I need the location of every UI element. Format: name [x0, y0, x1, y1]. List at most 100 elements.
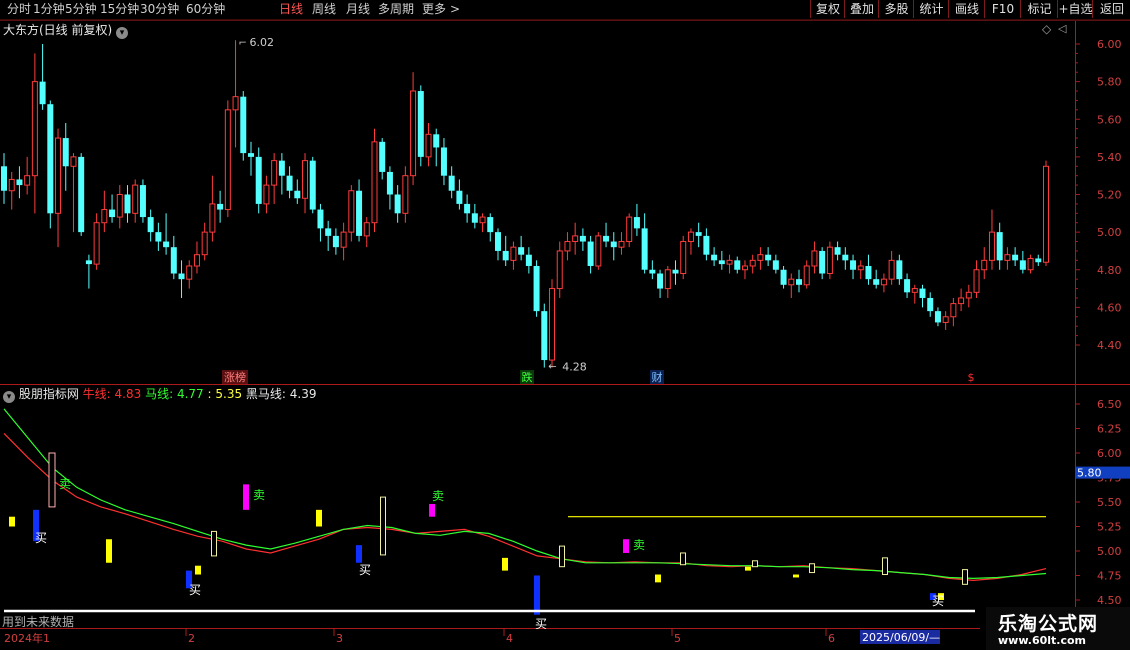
candle-body: [680, 241, 687, 275]
candle-body: [124, 194, 131, 214]
y-tick-label: 5.60: [1097, 113, 1122, 126]
month-label-4: 6: [828, 632, 835, 645]
candle-body: [579, 235, 586, 242]
candle-body: [1035, 258, 1042, 263]
candle-body: [510, 246, 517, 261]
candle-body: [711, 254, 718, 261]
candle-body: [780, 269, 787, 285]
candle-body: [904, 279, 911, 293]
candle-body: [796, 279, 803, 285]
signal-bar-yellow: [502, 557, 508, 571]
signal-bar-hollow: [752, 560, 758, 568]
candle-body: [16, 179, 23, 186]
signal-bar-yellow: [793, 574, 799, 578]
candle-body: [556, 250, 563, 290]
y-tick-label: 5.00: [1097, 226, 1122, 239]
candle-body: [93, 222, 100, 265]
signal-bar-hollow: [211, 530, 217, 557]
candle-body: [417, 91, 424, 157]
candle-body: [549, 288, 556, 361]
candle-body: [757, 254, 764, 261]
candle-body: [896, 260, 903, 280]
watermark-url: www.60lt.com: [998, 634, 1087, 647]
candle-body: [425, 133, 432, 158]
candle-body: [8, 178, 15, 192]
candle-body: [278, 160, 285, 176]
candle-body: [687, 231, 694, 243]
low-price-label: 4.28: [562, 361, 587, 374]
candle-body: [649, 269, 656, 274]
candle-body: [471, 213, 478, 223]
candle-body: [533, 265, 540, 312]
candle-body: [201, 231, 208, 256]
candle-body: [749, 259, 756, 267]
signal-bar-hollow: [809, 563, 815, 574]
candle-body: [718, 260, 725, 265]
candle-body: [618, 241, 625, 248]
candle-body: [178, 273, 185, 280]
month-label-1: 3: [336, 632, 343, 645]
high-arrow-icon: ⌐: [239, 38, 247, 49]
signal-bar-yellow: [655, 574, 661, 583]
low-arrow-icon: ←: [548, 362, 556, 373]
candle-body: [309, 160, 316, 210]
candle-body: [247, 153, 254, 157]
candle-body: [1, 166, 7, 191]
ind-y-label: 5.00: [1097, 545, 1122, 558]
sell-label: 卖: [633, 538, 645, 552]
candle-body: [934, 311, 941, 323]
candle-body: [224, 109, 231, 211]
candle-body: [386, 171, 393, 195]
y-tick-label: 4.60: [1097, 301, 1122, 314]
candle-body: [109, 209, 116, 218]
signal-bar-yellow: [9, 516, 15, 527]
ind-y-label: 6.25: [1097, 423, 1122, 436]
candle-body: [826, 246, 833, 275]
signal-bar-yellow: [316, 509, 322, 527]
candle-body: [186, 265, 193, 280]
candle-body: [502, 250, 509, 261]
candle-body: [402, 175, 409, 214]
ma-line: [3, 408, 1047, 580]
ind-y-label: 6.50: [1097, 398, 1122, 411]
ind-y-label: 4.50: [1097, 594, 1122, 607]
candle-body: [695, 232, 702, 236]
candle-body: [155, 232, 162, 242]
candle-body: [70, 156, 77, 167]
sell-label: 卖: [59, 477, 71, 491]
candle-body: [379, 141, 386, 172]
candle-body: [996, 232, 1003, 261]
candle-body: [525, 254, 532, 266]
candle-body: [78, 156, 85, 233]
buy-label: 买: [35, 531, 47, 545]
candle-body: [919, 288, 926, 298]
y-tick-label: 5.20: [1097, 189, 1122, 202]
signal-bar-hollow: [680, 552, 686, 566]
candle-body: [803, 265, 810, 286]
candle-body: [857, 265, 864, 271]
candle-body: [240, 96, 247, 154]
candle-body: [209, 203, 216, 233]
candle-body: [518, 247, 525, 255]
month-label-2: 4: [506, 632, 513, 645]
sell-label: 卖: [432, 489, 444, 503]
candle-body: [356, 190, 363, 236]
candle-body: [85, 260, 92, 265]
candle-body: [55, 137, 62, 214]
candle-body: [363, 222, 370, 237]
sell-label: 卖: [253, 488, 265, 502]
candle-body: [448, 175, 455, 191]
signal-bar-hollow: [559, 545, 565, 568]
candle-body: [811, 250, 818, 267]
candle-body: [62, 138, 69, 167]
ind-y-label: 5.25: [1097, 521, 1122, 534]
watermark-title: 乐淘公式网: [998, 613, 1099, 635]
candle-body: [255, 156, 262, 204]
candle-body: [263, 184, 270, 205]
date-axis-start: 2024年1: [4, 631, 50, 645]
candle-body: [942, 316, 949, 323]
signal-bar-magenta: [429, 503, 435, 517]
candle-body: [973, 269, 980, 293]
signal-bar-hollow: [962, 569, 968, 585]
chart-canvas[interactable]: 6.005.805.605.405.205.004.804.604.40⌐ 6.0…: [0, 0, 1130, 650]
